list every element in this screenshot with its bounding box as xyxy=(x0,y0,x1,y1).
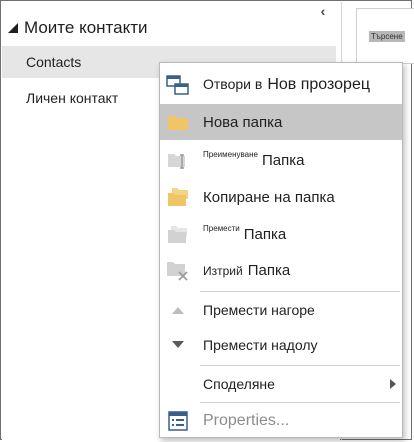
delete-folder-icon xyxy=(166,258,190,282)
group-header-label: Моите контакти xyxy=(24,18,148,37)
menu-item-new-folder[interactable]: Нова папка xyxy=(160,104,402,140)
properties-icon xyxy=(166,409,190,433)
menu-item-move-up[interactable]: Премести нагоре xyxy=(160,292,402,328)
menu-item-label: Премести нагоре xyxy=(203,302,315,318)
menu-item-label: Споделяне xyxy=(203,376,275,392)
menu-item-share[interactable]: Споделяне xyxy=(160,366,402,402)
search-label: Търсене xyxy=(369,30,405,42)
menu-item-properties[interactable]: Properties... xyxy=(160,403,402,439)
collapse-pane-chevron-icon[interactable]: ‹ xyxy=(316,3,330,19)
menu-item-label-emphasis: Нов прозорец xyxy=(267,76,371,93)
my-contacts-group[interactable]: Моите контакти xyxy=(8,16,148,40)
menu-item-label: Папка xyxy=(247,261,291,279)
menu-item-label-small: Преименуване xyxy=(203,149,258,159)
menu-item-label: Копиране на папка xyxy=(203,188,335,206)
menu-item-label: Properties... xyxy=(203,412,290,429)
menu-item-label: Нова папка xyxy=(203,113,283,131)
menu-item-move-down[interactable]: Премести надолу xyxy=(160,327,402,363)
new-window-icon xyxy=(166,73,190,97)
menu-item-label: Отвори в xyxy=(203,76,263,92)
folder-context-menu: Отвори в Нов прозорец Нова папка Преимен… xyxy=(159,62,403,438)
menu-item-label: Папка xyxy=(243,225,287,243)
rename-folder-icon xyxy=(166,148,190,172)
menu-item-rename-folder[interactable]: Преименуване Папка xyxy=(160,142,402,178)
menu-item-delete-folder[interactable]: Изтрий Папка xyxy=(160,252,402,288)
expand-triangle-icon[interactable] xyxy=(8,23,18,33)
menu-item-label: Папка xyxy=(261,151,305,169)
move-folder-icon xyxy=(166,222,190,246)
folder-icon xyxy=(166,110,190,134)
menu-item-label-small: Изтрий xyxy=(203,263,243,278)
folder-item-label: Contacts xyxy=(26,54,82,70)
menu-item-open-new-window[interactable]: Отвори в Нов прозорец xyxy=(160,67,402,103)
menu-item-move-folder[interactable]: Премести Папка xyxy=(160,216,402,252)
copy-folder-icon xyxy=(166,185,190,209)
submenu-chevron-right-icon xyxy=(390,379,396,389)
menu-item-label-small: Премести xyxy=(203,223,240,233)
search-box[interactable]: Търсене xyxy=(356,8,414,64)
menu-item-label: Премести надолу xyxy=(203,337,318,353)
triangle-up-icon xyxy=(166,298,190,322)
menu-item-copy-folder[interactable]: Копиране на папка xyxy=(160,179,402,215)
folder-item-label: Личен контакт xyxy=(26,90,119,106)
triangle-down-icon xyxy=(166,333,190,357)
